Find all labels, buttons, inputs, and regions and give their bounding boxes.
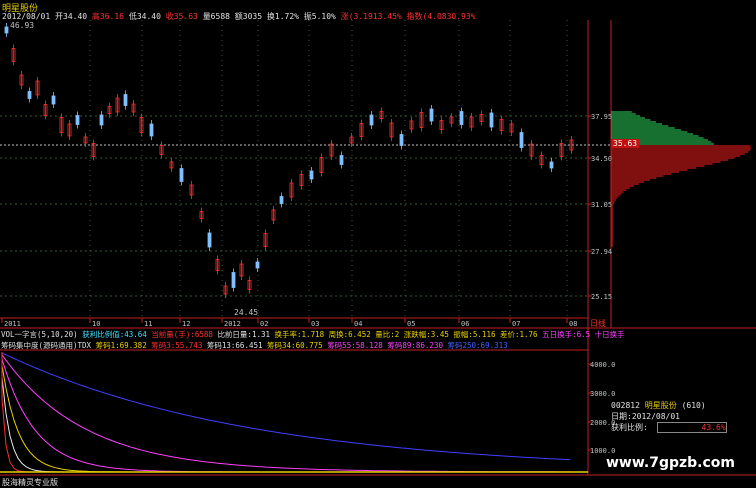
price-tick-label: 34.50 <box>591 155 612 163</box>
chip-indicator-row: 筹码集中度(源码通用)TDX 筹码1:69.382 筹码3:55.743 筹码1… <box>1 340 508 351</box>
high-price-label: 46.93 <box>10 21 35 30</box>
candle-body <box>519 132 524 148</box>
vol-current: 当前量(手):6588 <box>151 330 213 339</box>
time-tick-label: 10 <box>92 320 100 328</box>
candle-body <box>429 108 434 122</box>
candle-body <box>4 26 9 34</box>
chip-decay-curve <box>1 352 570 473</box>
chip-c6: 筹码89:86.230 <box>387 341 443 350</box>
side-profit-value: 43.6% <box>656 422 727 433</box>
vol-turnover-rate: 换手率:1.718 <box>274 330 325 339</box>
chip-name[interactable]: 筹码集中度(源码通用)TDX <box>1 341 91 350</box>
volume-indicator-row: VOL一字言(5,10,20) 获利比例值:43.64 当前量(手):6588 … <box>1 329 625 340</box>
vol-amp: 振幅:5.116 <box>453 330 496 339</box>
candle-body <box>489 112 494 128</box>
candle-body <box>399 134 404 146</box>
candle-body <box>123 94 128 106</box>
candle-body <box>459 111 464 125</box>
side-panel-header: 002812 明星股份 (610) <box>611 400 756 411</box>
current-price-tag: 35.63 <box>611 139 640 148</box>
chip-decay-curve <box>1 352 570 473</box>
candle-body <box>549 161 554 169</box>
time-tick-label: 04 <box>354 320 362 328</box>
time-tick-label: 12 <box>182 320 190 328</box>
side-name: 明星股份 <box>644 401 677 410</box>
time-tick-label: 02 <box>260 320 268 328</box>
candle-body <box>75 115 80 125</box>
side-profit-row: 获利比例: 43.6% <box>611 422 756 433</box>
time-tick-label: 03 <box>311 320 319 328</box>
time-tick-label: 07 <box>512 320 520 328</box>
candle-body <box>51 95 56 105</box>
time-tick-label: 2011 <box>4 320 21 328</box>
chip-decay-curve <box>1 352 570 473</box>
side-code-suffix: (610) <box>681 401 706 410</box>
candle-body <box>99 114 104 126</box>
price-tick-label: 27.94 <box>591 248 612 256</box>
candle-body <box>255 261 260 269</box>
vol-up-amp: 涨跌幅:3.45 <box>403 330 449 339</box>
side-info-panel: 002812 明星股份 (610) 日期:2012/08/01 获利比例: 43… <box>611 400 756 436</box>
chip-decay-curve <box>1 352 571 461</box>
vol-profit: 获利比例值:43.64 <box>82 330 147 339</box>
vol-ratio: 比前日量:1.31 <box>217 330 271 339</box>
vol-name[interactable]: VOL一字言(5,10,20) <box>1 330 78 339</box>
vol-diff: 差价:1.76 <box>500 330 538 339</box>
chip-c2: 筹码3:55.743 <box>151 341 203 350</box>
time-tick-label: 05 <box>407 320 415 328</box>
volume-tick-label: 3000.0 <box>590 390 615 398</box>
side-code: 002812 <box>611 401 640 410</box>
time-tick-label: 06 <box>461 320 469 328</box>
volume-tick-label: 1000.0 <box>590 447 615 455</box>
candle-body <box>231 272 236 288</box>
time-tick-label: 11 <box>144 320 152 328</box>
watermark-text: www.7gpzb.com <box>606 455 736 471</box>
side-profit-label: 获利比例: <box>611 423 648 432</box>
low-price-label: 24.45 <box>234 308 259 317</box>
vol-weekly-turnover: 周换:6.452 <box>328 330 371 339</box>
time-tick-label: 2012 <box>224 320 241 328</box>
candle-body <box>179 168 184 182</box>
vol-five-turnover: 五日换手:6.5 <box>542 330 591 339</box>
candle-body <box>27 91 32 99</box>
footer-label: 股海精灵专业版 <box>2 478 58 487</box>
daily-period-label[interactable]: 日线 <box>590 318 606 329</box>
chip-c3: 筹码13:66.451 <box>206 341 263 350</box>
chip-decay-curve <box>1 352 570 473</box>
vol-ten-turnover: 十日换手 <box>594 330 625 339</box>
chip-c1: 筹码1:69.382 <box>95 341 147 350</box>
chip-c5: 筹码55:58.128 <box>327 341 383 350</box>
price-tick-label: 37.95 <box>591 113 612 121</box>
chip-c7: 筹码250:69.313 <box>447 341 508 350</box>
price-tick-label: 25.15 <box>591 293 612 301</box>
candle-body <box>207 232 212 248</box>
side-date: 日期:2012/08/01 <box>611 412 680 421</box>
candle-body <box>279 196 284 204</box>
volume-tick-label: 4000.0 <box>590 361 615 369</box>
time-tick-label: 08 <box>569 320 577 328</box>
candle-body <box>339 155 344 165</box>
vol-ratio2: 量比:2 <box>375 330 400 339</box>
candle-body <box>369 114 374 126</box>
chip-c4: 筹码34:60.775 <box>267 341 323 350</box>
price-tick-label: 31.05 <box>591 201 612 209</box>
chip-decay-curve <box>1 352 570 473</box>
candle-body <box>149 123 154 137</box>
candle-body <box>309 170 314 180</box>
